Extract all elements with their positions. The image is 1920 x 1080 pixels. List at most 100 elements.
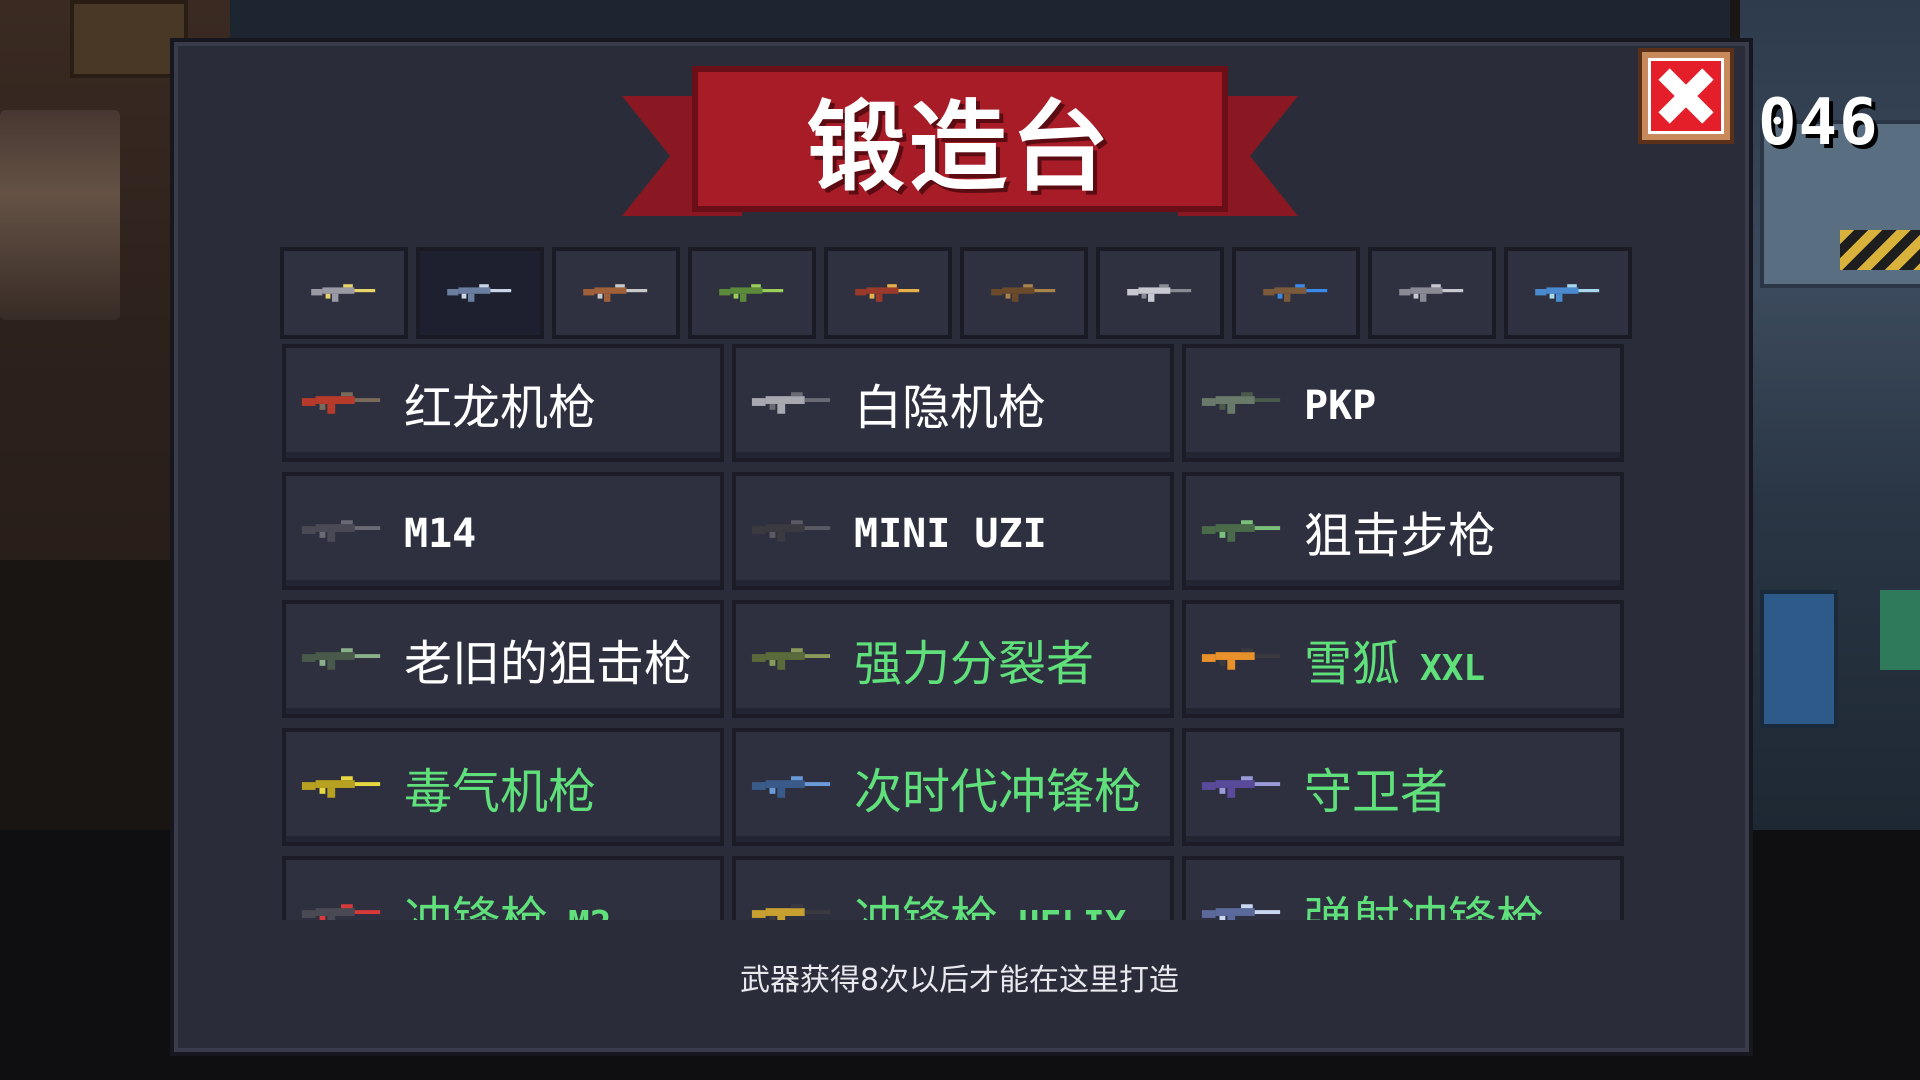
weapon-item[interactable]: 老旧的狙击枪 <box>282 600 724 718</box>
weapon-item[interactable]: 强力分裂者 <box>732 600 1174 718</box>
weapon-icon-slot <box>1198 639 1290 679</box>
weapon-icon-slot <box>1198 895 1290 920</box>
title-banner: 锻造台 <box>622 62 1298 222</box>
weapon-name: M14 <box>404 503 476 559</box>
tab-heavy-gun[interactable] <box>824 247 952 339</box>
weapon-name: 雪狐 XXL <box>1304 624 1485 694</box>
weapon-name-text: 狙击步枪 <box>1304 508 1497 564</box>
weapon-name: 冲锋枪 M2 <box>404 880 611 920</box>
weapon-icon-slot <box>298 895 390 920</box>
sword-icon <box>1127 284 1192 302</box>
weapon-name-text: 雪狐 <box>1304 636 1401 692</box>
next-gen-smg-icon <box>751 776 831 798</box>
weapon-item[interactable]: 雪狐 XXL <box>1182 600 1624 718</box>
snow-fox-gun-icon <box>1201 648 1281 670</box>
close-icon <box>1648 58 1724 134</box>
background-hazard-stripes <box>1840 230 1920 270</box>
weapon-name: MINI UZI <box>854 503 1047 559</box>
weapon-name: PKP <box>1304 375 1376 431</box>
background-green-device <box>1880 590 1920 670</box>
weapon-category-tabs <box>280 247 1632 339</box>
weapon-name-text: MINI UZI <box>854 511 1047 557</box>
launcher-icon <box>719 284 784 302</box>
weapon-item[interactable]: M14 <box>282 472 724 590</box>
smg-helix-icon <box>751 904 831 920</box>
weapon-item[interactable]: 狙击步枪 <box>1182 472 1624 590</box>
fish-icon <box>1535 284 1600 302</box>
weapon-list[interactable]: 红龙机枪 白隐机枪 PKP M14 MINI UZI 狙击步枪老旧的狙击枪 强力分裂者 雪狐 X… <box>282 344 1640 920</box>
old-sniper-icon <box>301 648 381 670</box>
weapon-item[interactable]: PKP <box>1182 344 1624 462</box>
weapon-item[interactable]: MINI UZI <box>732 472 1174 590</box>
weapon-icon-slot <box>298 639 390 679</box>
weapon-icon-slot <box>748 511 840 551</box>
weapon-name: 冲锋枪 HELIX <box>854 880 1126 920</box>
weapon-name: 弹射冲锋枪 <box>1304 880 1544 920</box>
tab-sword[interactable] <box>1096 247 1224 339</box>
weapon-item[interactable]: 弹射冲锋枪 <box>1182 856 1624 920</box>
tab-shotgun[interactable] <box>552 247 680 339</box>
shuriken-icon <box>1399 284 1464 302</box>
weapon-item[interactable]: 守卫者 <box>1182 728 1624 846</box>
weapon-icon-slot <box>1198 767 1290 807</box>
close-button[interactable] <box>1638 48 1734 144</box>
staff-icon <box>1263 284 1328 302</box>
tab-launcher[interactable] <box>688 247 816 339</box>
weapon-name: 毒气机枪 <box>404 752 596 822</box>
weapon-name-text: 老旧的狙击枪 <box>404 636 693 692</box>
weapon-name-text: 冲锋枪 <box>854 892 999 920</box>
uzi-gun-icon <box>751 520 831 542</box>
tab-bow[interactable] <box>960 247 1088 339</box>
hud-counter: 046 <box>1758 86 1880 160</box>
modal-title: 锻造台 <box>806 91 1113 205</box>
pkp-gun-icon <box>1201 392 1281 414</box>
weapon-item[interactable]: 冲锋枪 M2 <box>282 856 724 920</box>
weapon-item[interactable]: 冲锋枪 HELIX <box>732 856 1174 920</box>
weapon-icon-slot <box>1198 511 1290 551</box>
weapon-name: 老旧的狙击枪 <box>404 624 692 694</box>
weapon-item[interactable]: 白隐机枪 <box>732 344 1174 462</box>
m14-gun-icon <box>301 520 381 542</box>
weapon-name-text: 强力分裂者 <box>854 636 1095 692</box>
weapon-name: 强力分裂者 <box>854 624 1094 694</box>
weapon-icon-slot <box>748 895 840 920</box>
weapon-name: 狙击步枪 <box>1304 496 1496 566</box>
tab-pistol[interactable] <box>280 247 408 339</box>
background-character <box>0 110 120 320</box>
weapon-name-text: 次时代冲锋枪 <box>854 764 1143 820</box>
weapon-item[interactable]: 红龙机枪 <box>282 344 724 462</box>
assault-rifle-icon <box>447 284 512 302</box>
tab-staff[interactable] <box>1232 247 1360 339</box>
weapon-icon-slot <box>1198 383 1290 423</box>
title-ribbon: 锻造台 <box>692 66 1228 212</box>
forge-hint-text: 武器获得8次以后才能在这里打造 <box>739 963 1180 998</box>
guardian-gun-icon <box>1201 776 1281 798</box>
weapon-name-text: 白隐机枪 <box>854 380 1047 436</box>
weapon-name-text: 守卫者 <box>1304 764 1449 820</box>
weapon-icon-slot <box>298 383 390 423</box>
weapon-name: 白隐机枪 <box>854 368 1046 438</box>
weapon-name-text: 红龙机枪 <box>404 380 597 436</box>
weapon-icon-slot <box>298 767 390 807</box>
shotgun-icon <box>583 284 648 302</box>
weapon-name-tag: M2 <box>568 904 611 920</box>
weapon-grid: 红龙机枪 白隐机枪 PKP M14 MINI UZI 狙击步枪老旧的狙击枪 强力分裂者 雪狐 X… <box>282 344 1640 920</box>
weapon-icon-slot <box>748 383 840 423</box>
weapon-name-text: 弹射冲锋枪 <box>1304 892 1545 920</box>
bounce-smg-icon <box>1201 904 1281 920</box>
weapon-name: 红龙机枪 <box>404 368 596 438</box>
splitter-gun-icon <box>751 648 831 670</box>
weapon-icon-slot <box>748 639 840 679</box>
tab-assault-rifle[interactable] <box>416 247 544 339</box>
weapon-icon-slot <box>748 767 840 807</box>
smg-m2-icon <box>301 904 381 920</box>
weapon-item[interactable]: 毒气机枪 <box>282 728 724 846</box>
tab-fish[interactable] <box>1504 247 1632 339</box>
sniper-rifle-icon <box>1201 520 1281 542</box>
weapon-item[interactable]: 次时代冲锋枪 <box>732 728 1174 846</box>
poison-gun-icon <box>301 776 381 798</box>
tab-shuriken[interactable] <box>1368 247 1496 339</box>
weapon-name: 次时代冲锋枪 <box>854 752 1142 822</box>
bow-icon <box>991 284 1056 302</box>
pistol-icon <box>311 284 376 302</box>
